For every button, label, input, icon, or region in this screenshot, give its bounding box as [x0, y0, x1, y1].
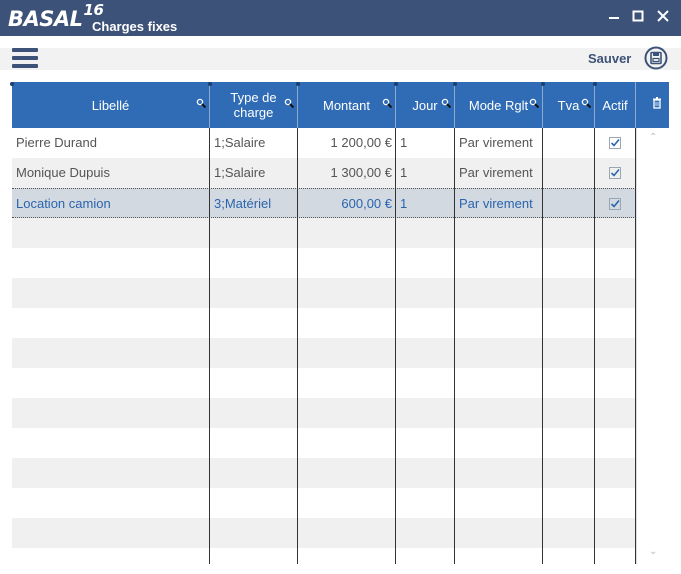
cell-type[interactable]: 1;Salaire	[210, 158, 298, 188]
column-divider	[454, 128, 455, 564]
cell-montant[interactable]: 1 200,00 €	[298, 128, 396, 158]
charges-table: Libellé Type de charge Montant Jour Mode…	[10, 82, 669, 564]
cell-type[interactable]: 3;Matériel	[210, 189, 298, 219]
cell-tva[interactable]	[543, 158, 595, 188]
minimize-button[interactable]	[606, 8, 622, 24]
column-divider	[209, 128, 210, 564]
cell-libelle[interactable]: Pierre Durand	[12, 128, 210, 158]
cell-jour[interactable]: 1	[396, 128, 455, 158]
cell-tva[interactable]	[543, 128, 595, 158]
cell-jour[interactable]: 1	[396, 189, 455, 219]
save-button[interactable]: Sauver	[588, 51, 631, 66]
scroll-up-icon[interactable]: ⌃	[649, 132, 657, 143]
actif-checkbox[interactable]	[609, 137, 621, 149]
column-header-montant[interactable]: Montant	[296, 82, 396, 128]
cell-mode[interactable]: Par virement	[455, 158, 543, 188]
column-header-jour[interactable]: Jour	[394, 82, 455, 128]
basal-logo: BASAL16	[8, 1, 104, 31]
search-icon[interactable]	[441, 98, 451, 108]
maximize-icon	[632, 10, 644, 22]
toolbar: Sauver	[0, 36, 681, 82]
search-icon[interactable]	[196, 98, 206, 108]
title-bar: BASAL16 Charges fixes	[0, 0, 681, 36]
column-divider	[297, 128, 298, 564]
cell-mode[interactable]: Par virement	[455, 128, 543, 158]
cell-libelle[interactable]: Monique Dupuis	[12, 158, 210, 188]
scroll-down-icon[interactable]: ⌄	[649, 546, 657, 557]
column-header-mode-rglt[interactable]: Mode Rglt	[453, 82, 543, 128]
table-header: Libellé Type de charge Montant Jour Mode…	[10, 82, 669, 128]
cell-libelle[interactable]: Location camion	[12, 189, 210, 219]
actif-checkbox[interactable]	[609, 198, 621, 210]
hamburger-menu-icon[interactable]	[12, 48, 38, 68]
minimize-icon	[609, 17, 619, 19]
window-title: Charges fixes	[92, 19, 178, 34]
column-divider	[594, 128, 595, 564]
close-button[interactable]	[655, 8, 671, 24]
search-icon[interactable]	[529, 98, 539, 108]
cell-montant[interactable]: 600,00 €	[298, 189, 396, 219]
cell-montant[interactable]: 1 300,00 €	[298, 158, 396, 188]
search-icon[interactable]	[284, 98, 294, 108]
column-header-type[interactable]: Type de charge	[208, 82, 298, 128]
cell-tva[interactable]	[543, 189, 595, 219]
save-disk-icon[interactable]	[644, 46, 668, 70]
vertical-scrollbar[interactable]: ⌃ ⌄	[636, 128, 669, 564]
column-header-libelle[interactable]: Libellé	[10, 82, 210, 128]
search-icon[interactable]	[382, 98, 392, 108]
column-divider	[542, 128, 543, 564]
column-header-actif[interactable]: Actif	[593, 82, 636, 128]
trash-icon[interactable]	[650, 96, 664, 110]
column-divider	[395, 128, 396, 564]
maximize-button[interactable]	[630, 8, 646, 24]
cell-jour[interactable]: 1	[396, 158, 455, 188]
column-divider	[635, 128, 636, 564]
cell-type[interactable]: 1;Salaire	[210, 128, 298, 158]
close-icon	[657, 10, 669, 22]
column-header-tva[interactable]: Tva	[541, 82, 595, 128]
cell-mode[interactable]: Par virement	[455, 189, 543, 219]
search-icon[interactable]	[581, 98, 591, 108]
actif-checkbox[interactable]	[609, 167, 621, 179]
